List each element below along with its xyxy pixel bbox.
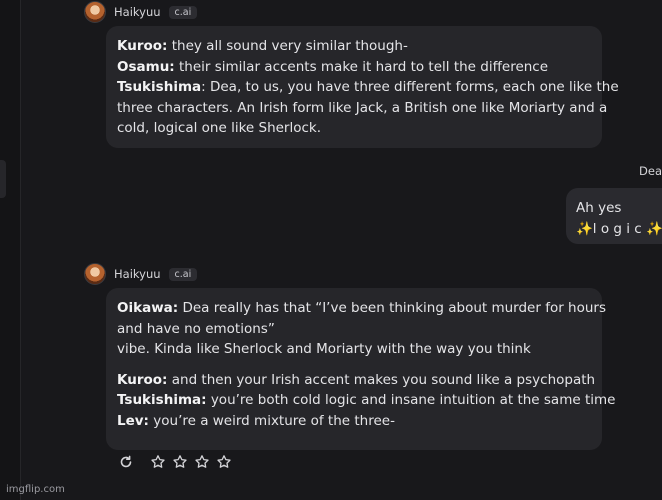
message-line: Kuroo: and then your Irish accent makes … [117, 370, 595, 391]
line-text: you’re a weird mixture of the three- [148, 412, 395, 429]
message-line: cold, logical one like Sherlock. [117, 118, 591, 139]
message-line: Tsukishima: you’re both cold logic and i… [117, 390, 615, 411]
line-text: and then your Irish accent makes you sou… [167, 371, 596, 388]
avatar[interactable] [84, 1, 106, 23]
message-1-bubble: Kuroo: they all sound very similar thoug… [106, 26, 619, 148]
speaker-name: Kuroo: [117, 371, 168, 388]
user-message-bubble: Ah yes ✨l o g i c ✨ [566, 188, 662, 244]
line-text: Dea really has that “I’ve been thinking … [178, 300, 607, 316]
speaker-name: Tsukishima: [117, 392, 207, 408]
message-actions [118, 454, 232, 470]
speaker-name: Lev: [117, 412, 149, 429]
character-name[interactable]: Haikyuu [114, 267, 161, 281]
message-line: Lev: you’re a weird mixture of the three… [117, 411, 591, 432]
character-name[interactable]: Haikyuu [114, 5, 161, 19]
line-text: cold, logical one like Sherlock. [117, 120, 322, 136]
ai-badge: c.ai [168, 5, 198, 19]
message-line: Tsukishima: Dea, to us, you have three d… [117, 77, 619, 98]
sidebar-toggle-handle[interactable] [0, 160, 6, 198]
message-1-header: Haikyuu c.ai [84, 1, 198, 23]
line-text: they all sound very similar though- [167, 38, 408, 54]
message-line: Osamu: their similar accents make it har… [117, 57, 591, 78]
star-icon[interactable] [194, 454, 210, 470]
user-message-line: ✨l o g i c ✨ [576, 220, 662, 237]
star-icon[interactable] [150, 454, 166, 470]
ai-badge: c.ai [168, 267, 198, 281]
speaker-name: Osamu: [117, 58, 175, 75]
message-line: Oikawa: Dea really has that “I’ve been t… [117, 298, 606, 319]
message-2-header: Haikyuu c.ai [84, 263, 198, 285]
user-message-line: Ah yes [576, 200, 622, 216]
line-text: vibe. Kinda like Sherlock and Moriarty w… [117, 341, 531, 357]
message-line: Kuroo: they all sound very similar thoug… [117, 36, 591, 57]
star-icon[interactable] [216, 454, 232, 470]
message-2-bubble: Oikawa: Dea really has that “I’ve been t… [106, 288, 615, 450]
watermark: imgflip.com [6, 484, 65, 495]
refresh-icon[interactable] [118, 454, 134, 470]
line-text: : Dea, to us, you have three different f… [201, 79, 619, 95]
line-text: three characters. An Irish form like Jac… [117, 99, 608, 116]
avatar[interactable] [84, 263, 106, 285]
line-text: you’re both cold logic and insane intuit… [206, 392, 616, 408]
speaker-name: Kuroo: [117, 38, 168, 54]
left-sidebar [0, 0, 21, 500]
line-text: and have no emotions” [117, 320, 275, 337]
speaker-name: Tsukishima [117, 79, 202, 95]
speaker-name: Oikawa: [117, 300, 179, 316]
line-text: their similar accents make it hard to te… [174, 58, 549, 75]
user-name: Dea [639, 164, 662, 178]
message-line: and have no emotions” [117, 319, 591, 340]
message-line: three characters. An Irish form like Jac… [117, 98, 607, 119]
star-icon[interactable] [172, 454, 188, 470]
message-line: vibe. Kinda like Sherlock and Moriarty w… [117, 339, 591, 360]
